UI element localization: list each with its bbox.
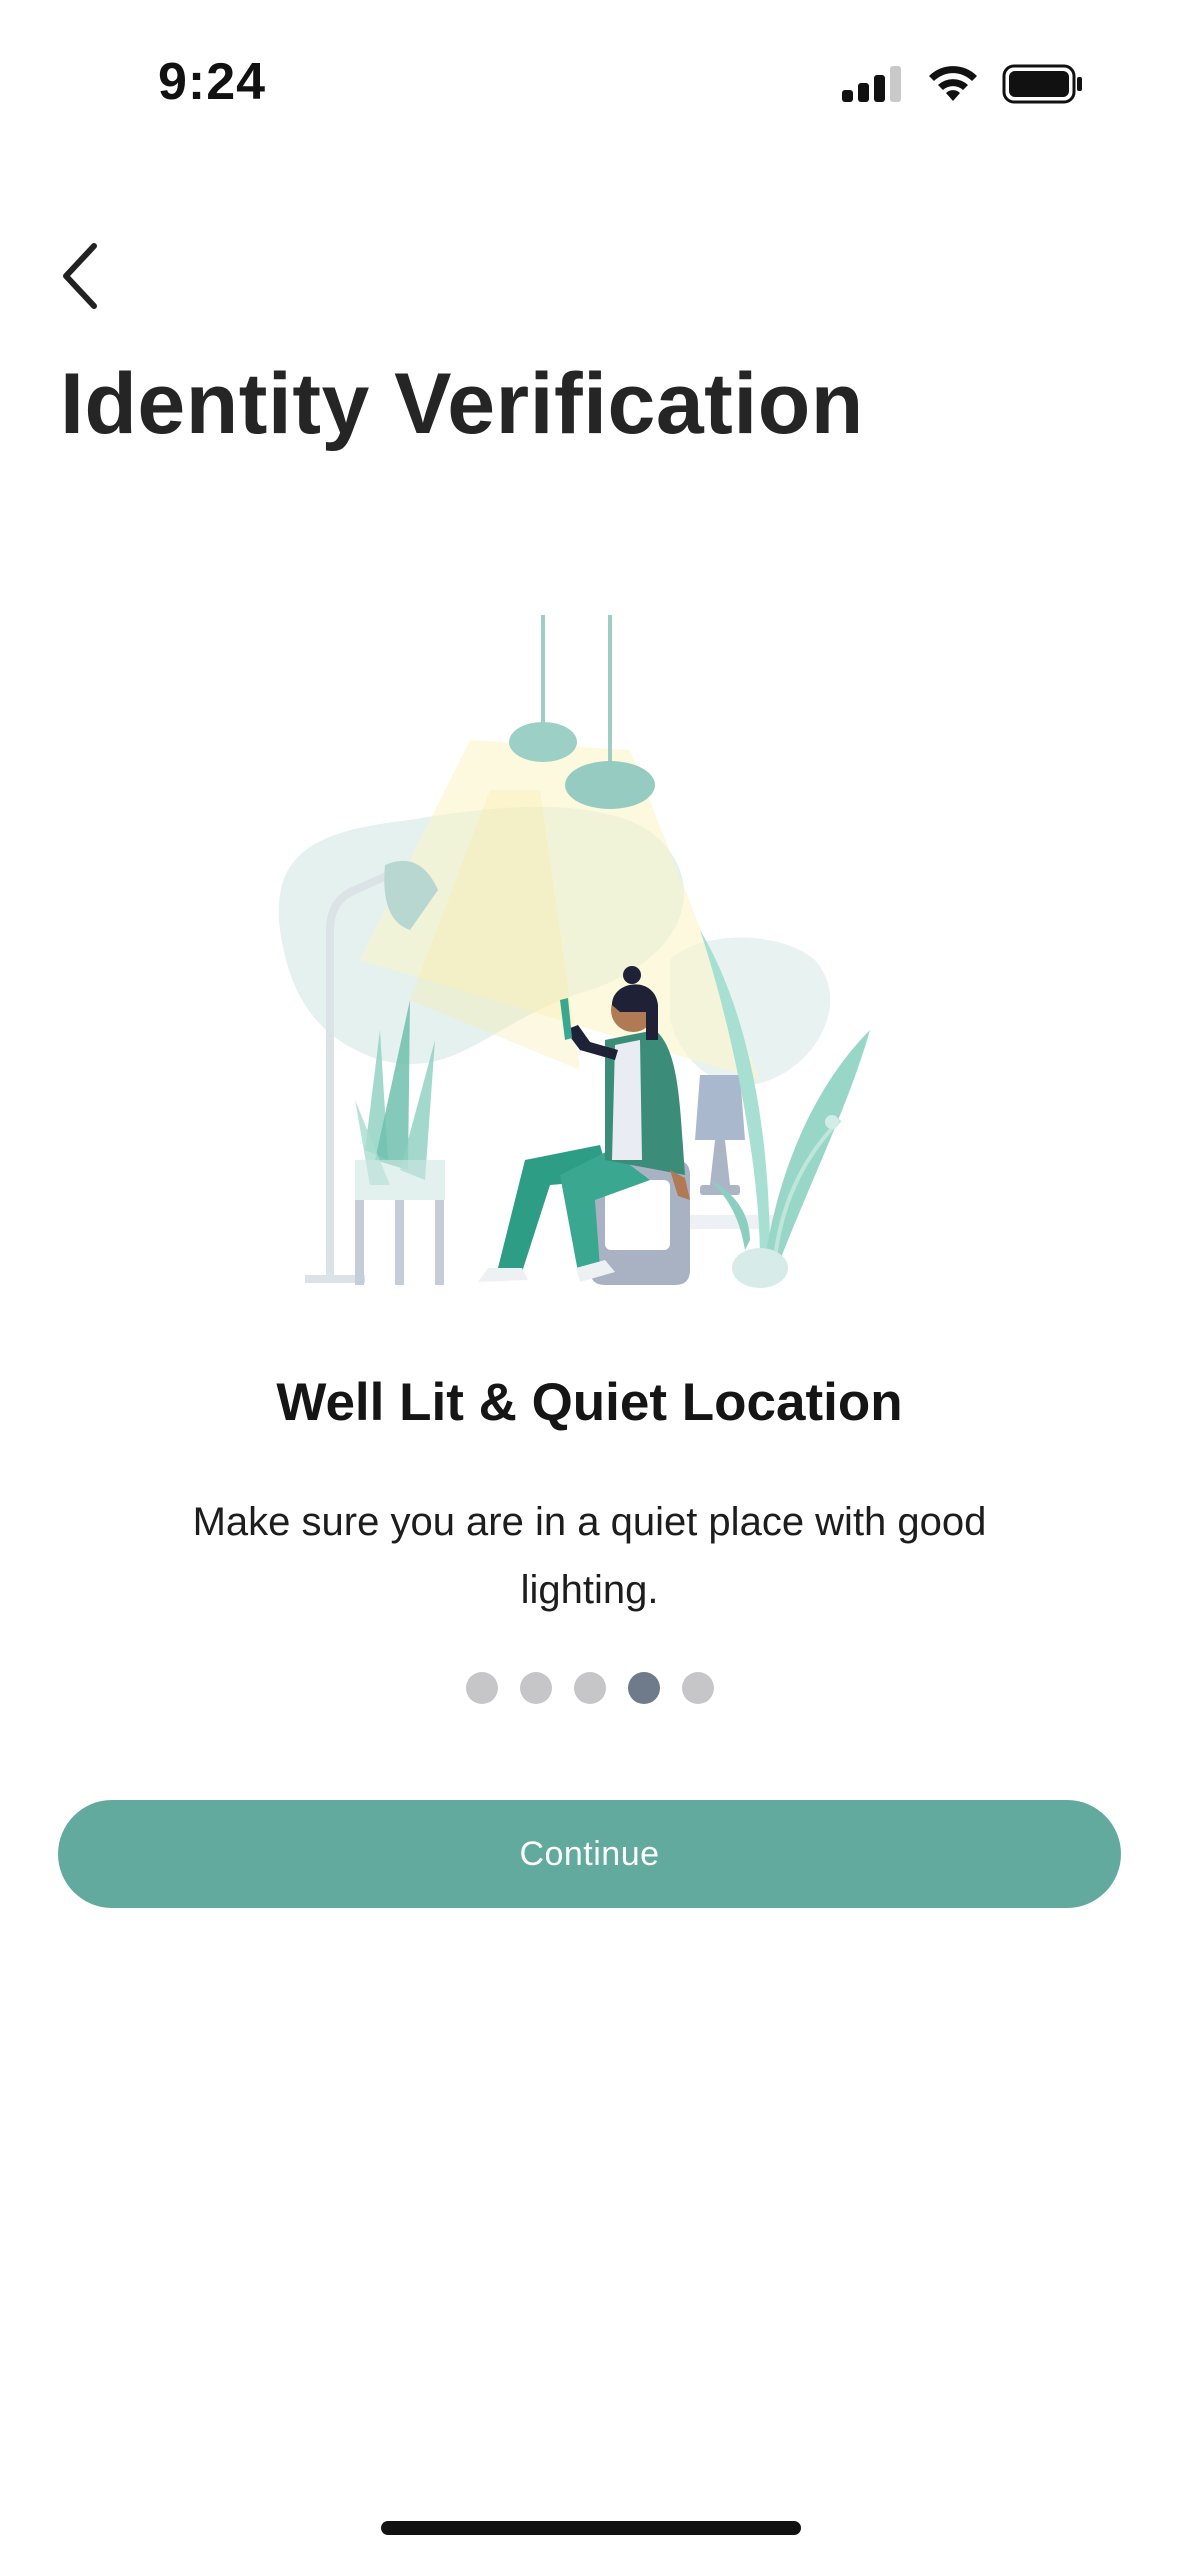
onboarding-title: Well Lit & Quiet Location (276, 1373, 903, 1432)
page-dot-2 (519, 1672, 552, 1704)
continue-button[interactable]: Continue (58, 1800, 1121, 1908)
page-indicator (0, 1672, 1179, 1704)
status-bar: 9:24 (0, 0, 1179, 170)
onboarding-description: Make sure you are in a quiet place with … (192, 1500, 987, 1612)
page-dot-1 (465, 1672, 498, 1704)
page-dot-3 (573, 1672, 606, 1704)
page-dot-4 (627, 1672, 660, 1704)
battery-icon (1002, 64, 1082, 104)
page-dot-5 (681, 1672, 714, 1704)
chevron-left-icon (63, 243, 97, 309)
cellular-signal-icon (842, 66, 901, 102)
page-title: Identity Verification (60, 356, 864, 452)
status-icons (842, 64, 1084, 104)
back-button[interactable] (52, 236, 132, 316)
illustration (278, 615, 870, 1288)
home-indicator (381, 2521, 801, 2535)
wifi-icon (929, 66, 977, 101)
status-time: 9:24 (158, 53, 267, 111)
